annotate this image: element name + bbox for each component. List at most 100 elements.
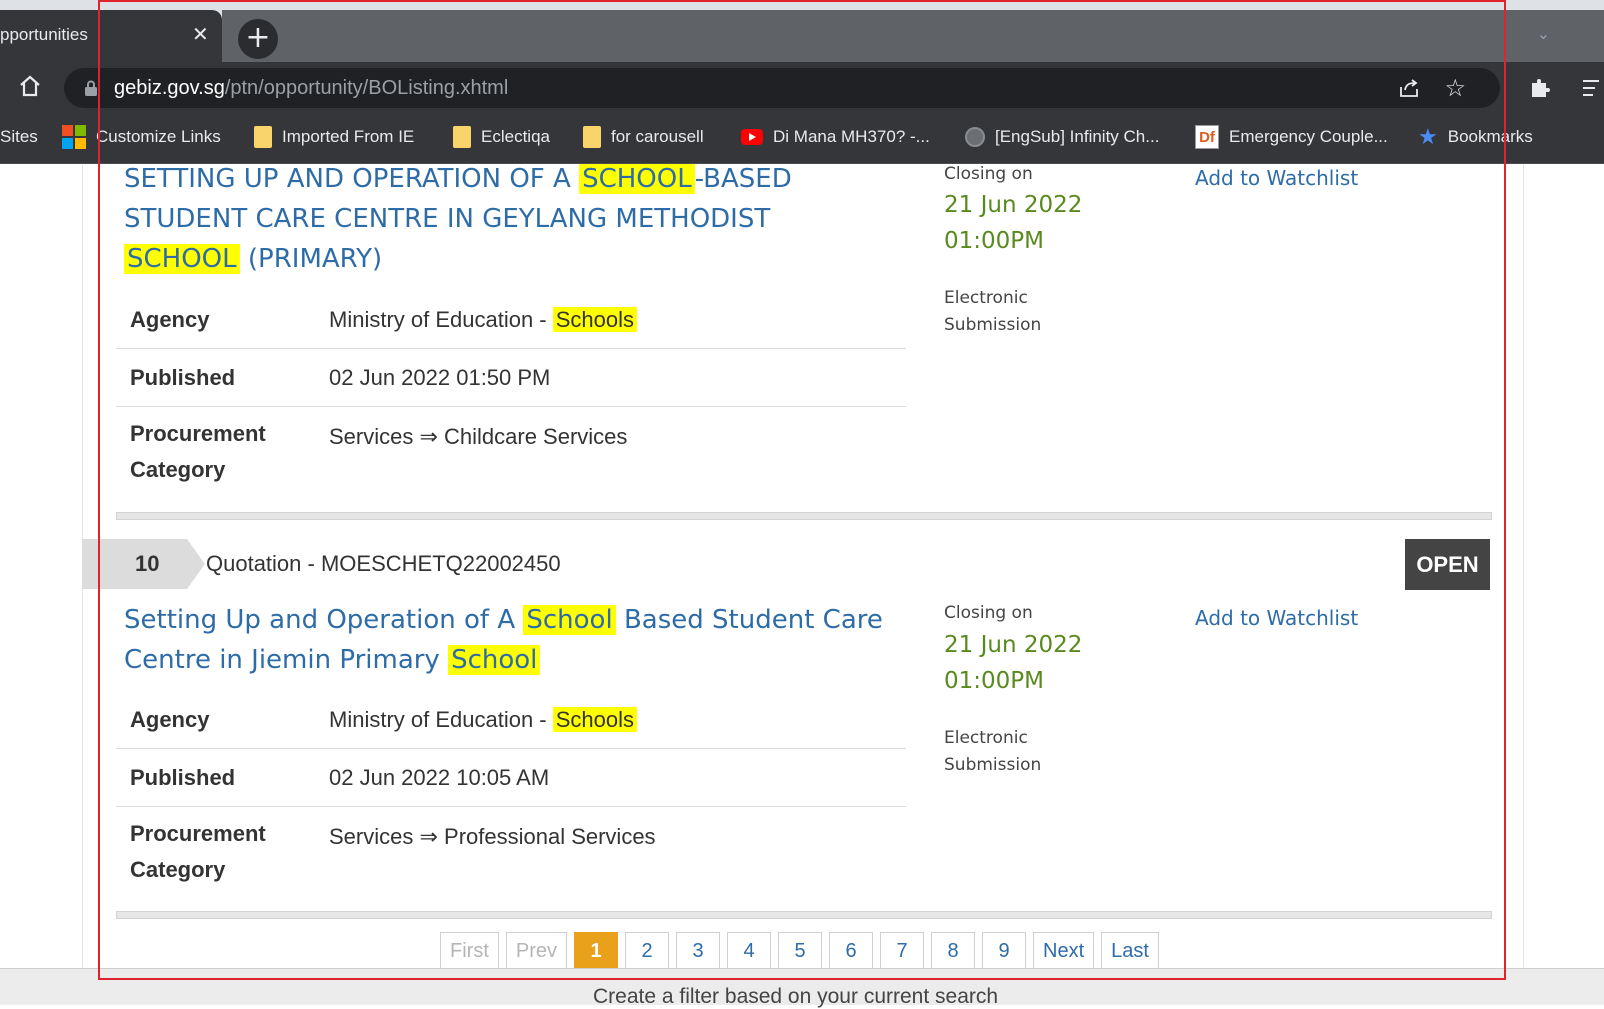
closing-date: 21 Jun 2022 xyxy=(944,192,1083,218)
add-to-watchlist-link[interactable]: Add to Watchlist xyxy=(1195,606,1358,630)
prev-page-button[interactable]: Prev xyxy=(505,932,568,970)
category-value: Services ⇒ Childcare Services xyxy=(329,424,628,449)
published-value: 02 Jun 2022 01:50 PM xyxy=(329,365,551,390)
closing-label: Closing on xyxy=(944,164,1033,184)
last-page-button[interactable]: Last xyxy=(1101,932,1159,970)
row-divider xyxy=(116,806,906,807)
close-tab-icon[interactable]: ✕ xyxy=(192,22,209,46)
add-to-watchlist-link[interactable]: Add to Watchlist xyxy=(1195,166,1358,190)
row-divider xyxy=(116,748,906,749)
share-icon[interactable] xyxy=(1398,77,1420,99)
bookmark-engsub-infinity[interactable]: [EngSub] Infinity Ch... xyxy=(965,125,1159,149)
category-label-line: Procurement xyxy=(130,821,266,846)
agency-value: Ministry of Education - Schools xyxy=(329,302,638,338)
url-text[interactable]: gebiz.gov.sg/ptn/opportunity/BOListing.x… xyxy=(114,77,508,100)
submission-type: Electronic Submission xyxy=(944,725,1041,779)
closing-label: Closing on xyxy=(944,603,1033,623)
title-text: (PRIMARY) xyxy=(239,244,383,274)
closing-date: 21 Jun 2022 xyxy=(944,632,1083,658)
tab-strip: pportunities ✕ + ⌄ xyxy=(0,0,1604,62)
page-button-7[interactable]: 7 xyxy=(880,932,925,970)
row-divider xyxy=(116,406,906,407)
bookmark-sites[interactable]: Sites xyxy=(0,125,38,149)
page-button-9[interactable]: 9 xyxy=(982,932,1027,970)
closing-time: 01:00PM xyxy=(944,668,1044,694)
tab-title: pportunities xyxy=(0,25,88,44)
agency-highlight: Schools xyxy=(552,307,638,332)
submission-line: Submission xyxy=(944,755,1042,775)
globe-icon xyxy=(965,127,985,147)
submission-type: Electronic Submission xyxy=(944,285,1041,339)
opportunity-title-link[interactable]: SETTING UP AND OPERATION OF A SCHOOL -BAS… xyxy=(124,159,894,279)
tab-search-chevron-icon[interactable]: ⌄ xyxy=(1537,24,1550,43)
title-text: Setting Up and Operation of A xyxy=(124,605,524,635)
result-number: 10 xyxy=(135,551,160,576)
agency-label: Agency xyxy=(130,307,210,332)
bookmark-label: Sites xyxy=(0,127,38,146)
create-filter-bar[interactable]: Create a filter based on your current se… xyxy=(0,968,1604,1008)
agency-highlight: Schools xyxy=(552,707,638,732)
title-highlight: School xyxy=(523,605,616,635)
bookmarks-star-icon: ★ xyxy=(1418,124,1438,149)
bookmark-label: [EngSub] Infinity Ch... xyxy=(995,127,1160,146)
url-host: gebiz.gov.sg xyxy=(114,77,225,99)
bookmark-label: Bookmarks xyxy=(1447,127,1533,146)
page-button-5[interactable]: 5 xyxy=(778,932,823,970)
bookmark-label: Imported From IE xyxy=(282,127,415,146)
active-tab[interactable]: pportunities ✕ xyxy=(0,10,222,62)
published-label: Published xyxy=(130,365,236,390)
title-highlight: School xyxy=(448,645,541,675)
bookmark-emergency-couple[interactable]: Df Emergency Couple... xyxy=(1195,125,1388,149)
bookmark-eclectiqa[interactable]: Eclectiqa xyxy=(453,125,550,149)
bookmark-imported-from-ie[interactable]: Imported From IE xyxy=(254,125,414,149)
home-icon[interactable] xyxy=(18,74,42,98)
page-button-8[interactable]: 8 xyxy=(931,932,976,970)
bookmark-customize-links[interactable]: Customize Links xyxy=(62,125,221,149)
card-divider xyxy=(116,512,1492,520)
bookmark-label: Eclectiqa xyxy=(481,127,550,146)
tab-strip-background xyxy=(222,10,1604,62)
folder-icon xyxy=(254,126,272,148)
agency-label: Agency xyxy=(130,707,210,732)
bookmark-label: Di Mana MH370? -... xyxy=(773,127,930,146)
microsoft-logo-icon xyxy=(62,125,86,149)
opportunity-title-link[interactable]: Setting Up and Operation of A School Bas… xyxy=(124,600,894,680)
card-divider xyxy=(116,911,1492,919)
lock-icon[interactable] xyxy=(84,80,98,96)
page-button-4[interactable]: 4 xyxy=(727,932,772,970)
create-filter-text[interactable]: Create a filter based on your current se… xyxy=(593,985,998,1009)
category-label: Procurement Category xyxy=(130,416,266,488)
category-value: Services ⇒ Professional Services xyxy=(329,824,656,849)
page-button-2[interactable]: 2 xyxy=(625,932,670,970)
page-button-1[interactable]: 1 xyxy=(574,932,619,970)
folder-icon xyxy=(583,126,601,148)
first-page-button[interactable]: First xyxy=(440,932,499,970)
next-page-button[interactable]: Next xyxy=(1033,932,1095,970)
bookmark-label: for carousell xyxy=(611,127,704,146)
bookmark-bookmarks-folder[interactable]: ★ Bookmarks xyxy=(1418,124,1533,149)
title-text: SETTING UP AND OPERATION OF A xyxy=(124,164,580,194)
extensions-puzzle-icon[interactable] xyxy=(1528,75,1552,99)
submission-line: Electronic xyxy=(944,728,1028,748)
category-label: Procurement Category xyxy=(130,816,266,888)
bookmark-label: Customize Links xyxy=(96,127,221,146)
new-tab-button[interactable]: + xyxy=(238,19,278,59)
bookmark-label: Emergency Couple... xyxy=(1229,127,1388,146)
agency-text: Ministry of Education - xyxy=(329,307,553,332)
bookmark-star-icon[interactable]: ☆ xyxy=(1444,74,1466,102)
page-button-6[interactable]: 6 xyxy=(829,932,874,970)
category-label-line: Category xyxy=(130,857,226,882)
page-button-3[interactable]: 3 xyxy=(676,932,721,970)
category-label-line: Category xyxy=(130,457,226,482)
bookmarks-bar: Sites Customize Links Imported From IE E… xyxy=(0,112,1604,164)
address-bar[interactable]: gebiz.gov.sg/ptn/opportunity/BOListing.x… xyxy=(64,68,1500,108)
status-badge: OPEN xyxy=(1405,539,1490,590)
agency-value: Ministry of Education - Schools xyxy=(329,702,638,738)
bookmark-for-carousell[interactable]: for carousell xyxy=(583,125,704,149)
submission-line: Submission xyxy=(944,315,1042,335)
reading-list-icon[interactable] xyxy=(1583,78,1604,98)
bookmark-di-mana-mh370[interactable]: Di Mana MH370? -... xyxy=(741,125,930,149)
pagination: First Prev 1 2 3 4 5 6 7 8 9 Next Last xyxy=(440,932,1159,970)
submission-line: Electronic xyxy=(944,288,1028,308)
browser-toolbar: gebiz.gov.sg/ptn/opportunity/BOListing.x… xyxy=(0,62,1604,112)
